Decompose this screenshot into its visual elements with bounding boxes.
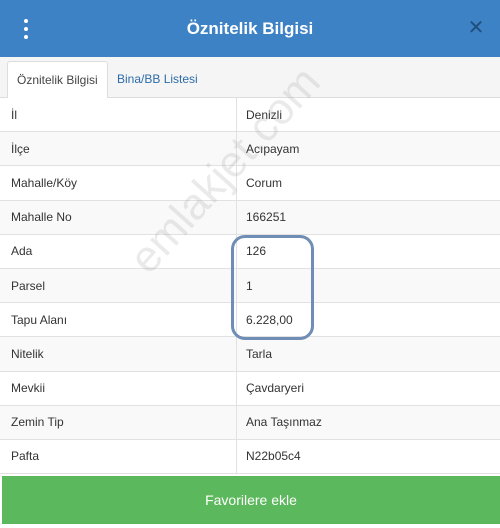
attribute-value: Tarla	[246, 346, 273, 361]
table-row: İlçe Acıpayam	[0, 132, 500, 167]
tab-bar: Öznitelik Bilgisi Bina/BB Listesi	[0, 57, 500, 99]
attribute-key: Mahalle No	[0, 200, 237, 234]
add-to-favorites-button[interactable]: Favorilere ekle	[2, 476, 500, 524]
dialog-header: Öznitelik Bilgisi ✕	[0, 0, 500, 57]
attribute-value: Denizli	[246, 107, 283, 122]
attribute-value: N22b05c4	[246, 449, 301, 464]
close-icon[interactable]: ✕	[466, 17, 486, 39]
tab-bina-bb-listesi[interactable]: Bina/BB Listesi	[108, 61, 207, 99]
attribute-key: Zemin Tip	[0, 405, 237, 439]
attribute-value: 126	[246, 244, 267, 259]
dialog-title: Öznitelik Bilgisi	[186, 18, 314, 38]
attribute-value: Çavdaryeri	[246, 381, 305, 396]
attribute-value: Ana Taşınmaz	[246, 415, 322, 430]
table-row: Pafta N22b05c4	[0, 439, 500, 475]
attribute-key: İl	[0, 98, 237, 132]
table-row: Mevkii Çavdaryeri	[0, 371, 500, 406]
attribute-table: İl Denizli İlçe Acıpayam Mahalle/Köy Cor…	[0, 98, 500, 475]
dot	[24, 35, 28, 39]
table-row: Tapu Alanı 6.228,00	[0, 303, 500, 338]
attribute-key: Tapu Alanı	[0, 303, 237, 337]
attribute-key: Mahalle/Köy	[0, 166, 237, 200]
attribute-value: 6.228,00	[246, 312, 293, 327]
dot	[24, 27, 28, 31]
table-row: İl Denizli	[0, 98, 500, 133]
table-row: Zemin Tip Ana Taşınmaz	[0, 405, 500, 440]
table-row: Parsel 1	[0, 268, 500, 304]
attribute-key: Mevkii	[0, 371, 237, 405]
table-row: Mahalle/Köy Corum	[0, 166, 500, 201]
table-row: Ada 126	[0, 234, 500, 269]
attribute-key: Ada	[0, 234, 237, 268]
vertical-dots-icon[interactable]	[20, 19, 32, 39]
dot	[24, 19, 28, 23]
table-row: Nitelik Tarla	[0, 337, 500, 372]
attribute-value: 166251	[246, 210, 287, 225]
attribute-value: Corum	[246, 175, 283, 190]
attribute-key: Parsel	[0, 268, 237, 303]
table-row: Mahalle No 166251	[0, 200, 500, 235]
attribute-key: Pafta	[0, 439, 237, 474]
attribute-key: İlçe	[0, 132, 237, 166]
tab-oznitelik-bilgisi[interactable]: Öznitelik Bilgisi	[7, 61, 108, 99]
attribute-value: Acıpayam	[246, 141, 300, 156]
attribute-value: 1	[246, 278, 253, 293]
attribute-key: Nitelik	[0, 337, 237, 371]
